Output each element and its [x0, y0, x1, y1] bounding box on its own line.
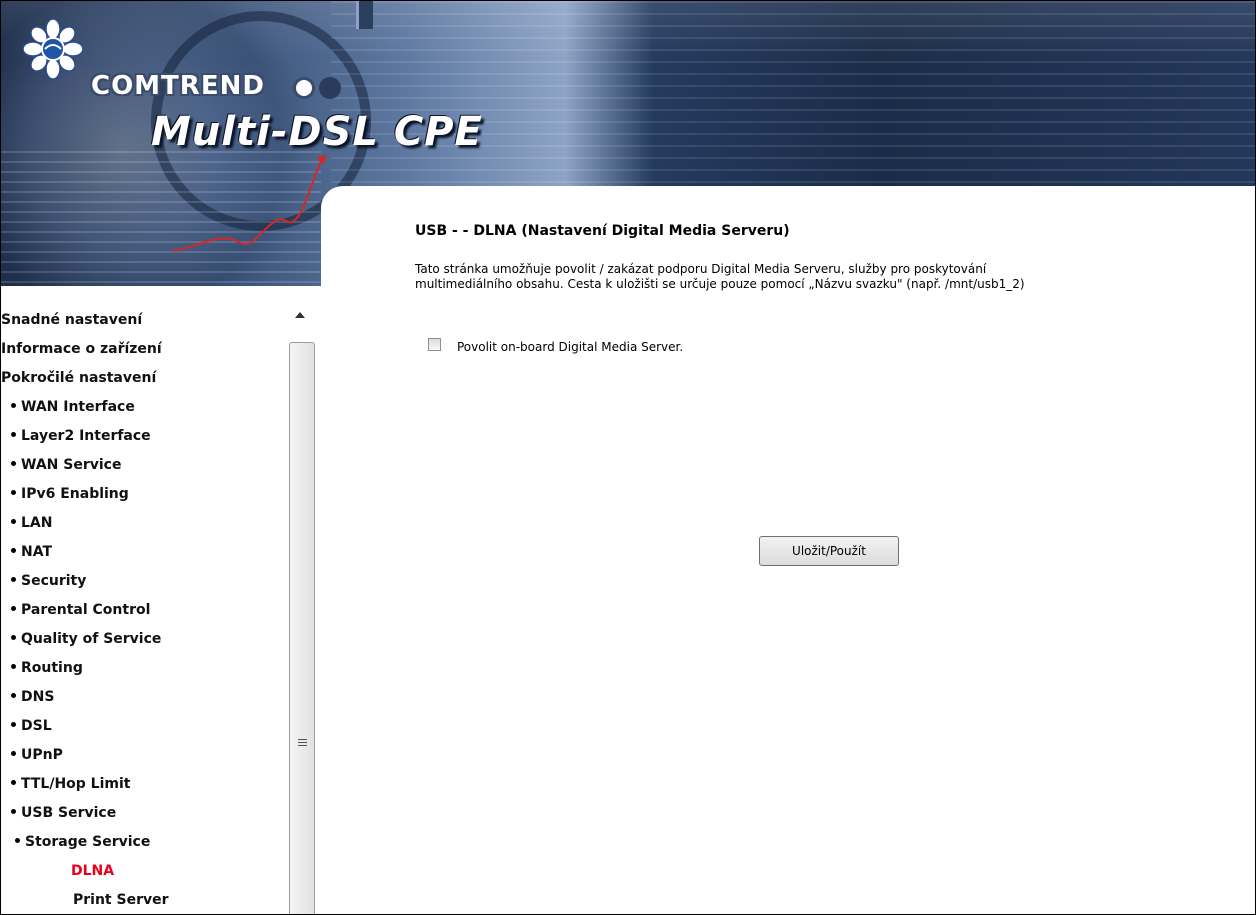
bullet-icon: [11, 692, 16, 698]
scrollbar-thumb[interactable]: [289, 342, 315, 914]
sidebar-menu: Snadné nastavení Informace o zařízení Po…: [1, 286, 287, 914]
red-arrow-graphic: [172, 155, 327, 252]
bullet-icon: [15, 837, 20, 843]
scroll-up-arrow-icon[interactable]: [295, 312, 305, 318]
scrollbar-grip-icon: [298, 739, 307, 748]
menu-item-dlna[interactable]: DLNA: [71, 863, 114, 879]
bullet-icon: [11, 750, 16, 756]
product-name: Multi-DSL CPE: [151, 109, 483, 155]
bullet-icon: [11, 721, 16, 727]
enable-dms-checkbox[interactable]: [428, 337, 441, 351]
bullet-icon: [11, 663, 16, 669]
menu-item-storage-service[interactable]: Storage Service: [15, 834, 150, 850]
bullet-icon: [11, 518, 16, 524]
menu-item-layer2-interface[interactable]: Layer2 Interface: [11, 428, 151, 444]
banner-pole-graphic: [356, 1, 373, 29]
comtrend-flower-logo-icon: [23, 19, 83, 79]
bullet-icon: [11, 634, 16, 640]
menu-item-print-server[interactable]: Print Server: [73, 892, 169, 908]
router-admin-page: COMTREND Multi-DSL CPE USB - - DLNA (Nas…: [0, 0, 1256, 915]
menu-item-ttl-hop-limit[interactable]: TTL/Hop Limit: [11, 776, 130, 792]
enable-dms-row: Povolit on-board Digital Media Server.: [428, 334, 683, 354]
menu-item-dns[interactable]: DNS: [11, 689, 54, 705]
bullet-icon: [11, 779, 16, 785]
menu-item-wan-service[interactable]: WAN Service: [11, 457, 121, 473]
brand-logo-text: COMTREND: [91, 71, 265, 101]
brand-logo-dots: [293, 77, 345, 103]
bullet-icon: [11, 808, 16, 814]
bullet-icon: [11, 431, 16, 437]
bullet-icon: [11, 402, 16, 408]
menu-item-device-info[interactable]: Informace o zařízení: [1, 341, 162, 357]
banner-stripes: [331, 1, 1255, 191]
menu-item-quick-setup[interactable]: Snadné nastavení: [1, 312, 142, 328]
bullet-icon: [11, 547, 16, 553]
bullet-icon: [11, 576, 16, 582]
menu-item-ipv6-enabling[interactable]: IPv6 Enabling: [11, 486, 129, 502]
save-apply-button[interactable]: Uložit/Použít: [759, 536, 899, 566]
menu-item-advanced-setup[interactable]: Pokročilé nastavení: [1, 370, 156, 386]
bullet-icon: [11, 489, 16, 495]
menu-item-lan[interactable]: LAN: [11, 515, 52, 531]
menu-item-upnp[interactable]: UPnP: [11, 747, 63, 763]
menu-item-dsl[interactable]: DSL: [11, 718, 52, 734]
page-description: Tato stránka umožňuje povolit / zakázat …: [415, 262, 1255, 292]
menu-item-nat[interactable]: NAT: [11, 544, 52, 560]
enable-dms-label: Povolit on-board Digital Media Server.: [457, 340, 684, 354]
bullet-icon: [11, 605, 16, 611]
menu-item-usb-service[interactable]: USB Service: [11, 805, 116, 821]
page-title: USB - - DLNA (Nastavení Digital Media Se…: [415, 223, 790, 239]
description-line: Tato stránka umožňuje povolit / zakázat …: [415, 262, 987, 276]
menu-item-routing[interactable]: Routing: [11, 660, 83, 676]
main-content: USB - - DLNA (Nastavení Digital Media Se…: [321, 186, 1255, 914]
menu-item-wan-interface[interactable]: WAN Interface: [11, 399, 135, 415]
description-line: multimediálního obsahu. Cesta k uložišti…: [415, 277, 1025, 291]
sidebar-scrollbar[interactable]: [287, 306, 317, 914]
menu-item-quality-of-service[interactable]: Quality of Service: [11, 631, 161, 647]
menu-item-parental-control[interactable]: Parental Control: [11, 602, 150, 618]
bullet-icon: [11, 460, 16, 466]
menu-item-security[interactable]: Security: [11, 573, 86, 589]
